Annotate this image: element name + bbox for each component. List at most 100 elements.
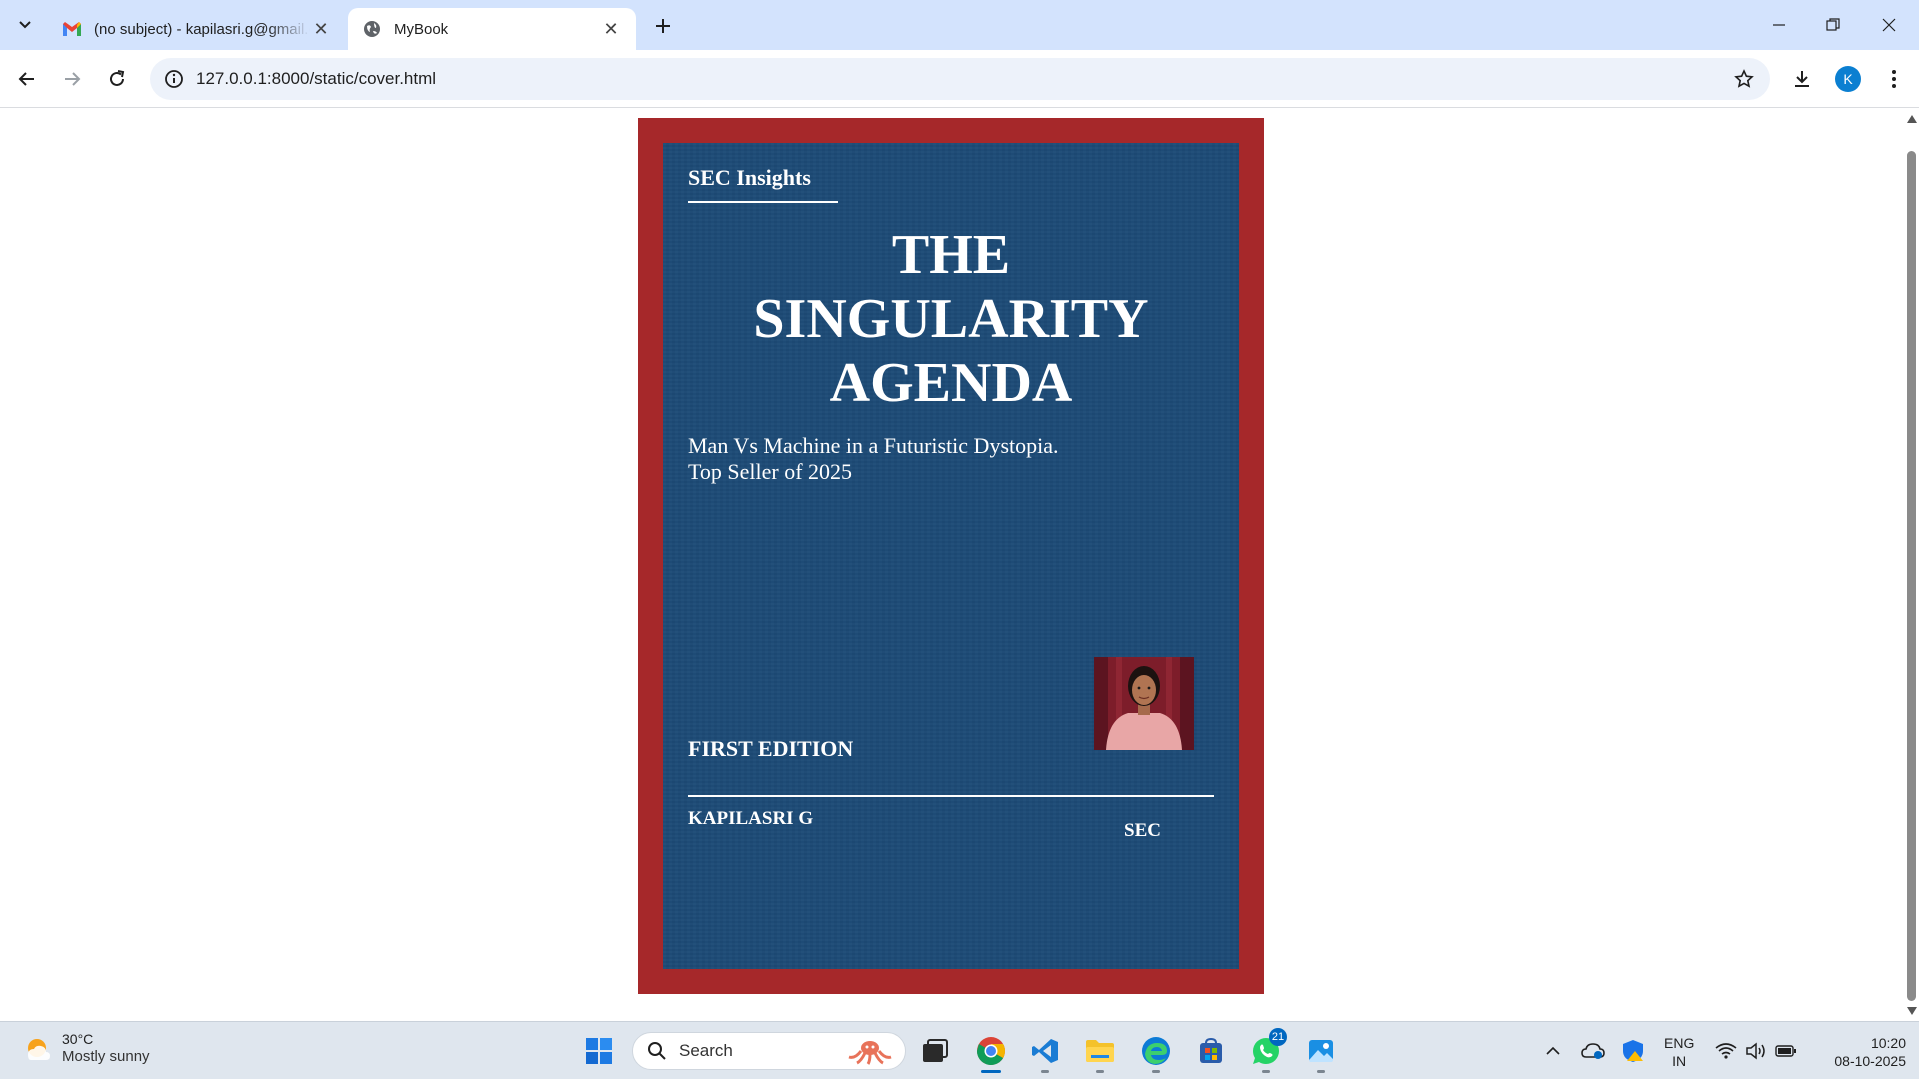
avatar: K xyxy=(1835,66,1861,92)
tab-title: (no subject) - kapilasri.g@gmail.com - G… xyxy=(94,20,310,38)
running-indicator xyxy=(1041,1070,1049,1073)
shield-icon xyxy=(1623,1040,1643,1062)
chrome-menu-button[interactable] xyxy=(1877,62,1911,96)
tab-search-button[interactable] xyxy=(8,10,42,40)
book-title: THE SINGULARITY AGENDA xyxy=(663,223,1239,415)
edition-label: FIRST EDITION xyxy=(688,736,854,761)
chrome-icon xyxy=(977,1037,1005,1065)
scroll-up-icon[interactable] xyxy=(1907,115,1917,123)
taskbar-chrome[interactable] xyxy=(972,1032,1010,1073)
taskbar-search[interactable]: Search xyxy=(632,1032,906,1070)
imprint-label: SEC xyxy=(1124,820,1161,841)
subtitle-line: Man Vs Machine in a Futuristic Dystopia. xyxy=(688,433,1059,458)
bookmark-star-icon[interactable] xyxy=(1732,67,1756,91)
plus-icon xyxy=(656,19,670,33)
security-tray[interactable] xyxy=(1620,1038,1646,1064)
gmail-icon xyxy=(62,19,82,39)
task-view-icon xyxy=(923,1039,948,1062)
running-indicator xyxy=(1317,1070,1325,1073)
windows-logo-icon xyxy=(586,1038,612,1064)
restore-button[interactable] xyxy=(1810,8,1856,42)
taskbar-photos[interactable] xyxy=(1302,1032,1340,1073)
restore-icon xyxy=(1826,18,1840,31)
back-button[interactable] xyxy=(10,62,44,96)
photos-icon xyxy=(1309,1040,1333,1062)
folder-icon xyxy=(1086,1040,1114,1062)
address-bar[interactable]: 127.0.0.1:8000/static/cover.html xyxy=(150,58,1770,100)
download-icon xyxy=(1795,71,1809,87)
weather-widget[interactable]: 30°C Mostly sunny xyxy=(22,1030,150,1066)
taskbar-edge[interactable] xyxy=(1137,1032,1175,1073)
divider xyxy=(688,795,1214,797)
wifi-tray[interactable] xyxy=(1713,1038,1739,1064)
globe-icon xyxy=(362,19,382,39)
book-title-line: AGENDA xyxy=(829,352,1073,414)
vertical-scrollbar[interactable] xyxy=(1904,109,1919,1021)
battery-tray[interactable] xyxy=(1773,1038,1799,1064)
tab-mybook[interactable]: MyBook ✕ xyxy=(348,8,636,50)
book-title-line: THE xyxy=(891,224,1011,286)
forward-button[interactable] xyxy=(55,62,89,96)
show-hidden-icons-button[interactable] xyxy=(1540,1038,1566,1064)
site-info-icon[interactable] xyxy=(162,67,186,91)
taskbar-file-explorer[interactable] xyxy=(1081,1032,1119,1073)
tab-strip: (no subject) - kapilasri.g@gmail.com - G… xyxy=(0,0,1919,50)
reload-icon xyxy=(110,70,125,86)
volume-tray[interactable] xyxy=(1743,1038,1769,1064)
search-label: Search xyxy=(679,1041,733,1060)
lang-region: IN xyxy=(1672,1053,1687,1069)
page-viewport: SEC Insights THE SINGULARITY AGENDA Man … xyxy=(0,109,1904,1021)
book-title-line: SINGULARITY xyxy=(753,288,1149,350)
search-icon xyxy=(648,1042,666,1060)
speaker-icon xyxy=(1746,1042,1765,1060)
scroll-down-icon[interactable] xyxy=(1907,1007,1917,1015)
book-cover: SEC Insights THE SINGULARITY AGENDA Man … xyxy=(663,143,1239,969)
author-photo xyxy=(1094,657,1194,750)
start-button[interactable] xyxy=(580,1032,618,1070)
more-vert-icon xyxy=(1892,70,1896,88)
running-indicator xyxy=(1096,1070,1104,1073)
chevron-up-icon xyxy=(1546,1046,1560,1055)
vscode-icon xyxy=(1032,1039,1058,1063)
profile-button[interactable]: K xyxy=(1831,62,1865,96)
running-indicator xyxy=(981,1070,1001,1073)
minimize-icon xyxy=(1773,24,1785,26)
running-indicator xyxy=(1152,1070,1160,1073)
tab-gmail[interactable]: (no subject) - kapilasri.g@gmail.com - G… xyxy=(48,8,346,50)
new-tab-button[interactable] xyxy=(648,12,678,40)
onedrive-tray[interactable] xyxy=(1580,1038,1606,1064)
book-subtitle: Man Vs Machine in a Futuristic Dystopia.… xyxy=(688,433,1059,485)
battery-icon xyxy=(1775,1045,1796,1057)
close-window-button[interactable] xyxy=(1866,8,1912,42)
taskbar-store[interactable] xyxy=(1192,1032,1230,1070)
edge-icon xyxy=(1142,1037,1170,1065)
octopus-highlight-icon xyxy=(848,1041,892,1065)
task-view-button[interactable] xyxy=(916,1032,954,1070)
weather-temp: 30°C xyxy=(62,1031,94,1047)
weather-condition: Mostly sunny xyxy=(62,1048,150,1065)
store-icon xyxy=(1200,1037,1222,1063)
browser-toolbar: 127.0.0.1:8000/static/cover.html K xyxy=(0,50,1919,108)
author-name: KAPILASRI G xyxy=(688,808,814,829)
reload-button[interactable] xyxy=(100,62,134,96)
tab-close-icon[interactable]: ✕ xyxy=(600,18,622,40)
taskbar-vscode[interactable] xyxy=(1026,1032,1064,1073)
arrow-left-icon xyxy=(18,72,34,86)
book-cover-frame: SEC Insights THE SINGULARITY AGENDA Man … xyxy=(638,118,1264,994)
tab-title: MyBook xyxy=(394,20,449,38)
chevron-down-icon xyxy=(19,21,31,29)
lang-code: ENG xyxy=(1664,1035,1695,1051)
system-clock[interactable]: 10:20 08-10-2025 xyxy=(1810,1034,1906,1070)
downloads-button[interactable] xyxy=(1785,62,1819,96)
weather-sun-icon xyxy=(28,1039,50,1060)
taskbar-whatsapp[interactable]: 21 xyxy=(1247,1028,1287,1073)
minimize-button[interactable] xyxy=(1756,8,1802,42)
input-language[interactable]: ENG IN xyxy=(1664,1034,1694,1070)
scrollbar-thumb[interactable] xyxy=(1907,151,1916,1001)
arrow-right-icon xyxy=(65,72,81,86)
url-text[interactable]: 127.0.0.1:8000/static/cover.html xyxy=(196,69,436,89)
running-indicator xyxy=(1262,1070,1270,1073)
subtitle-line: Top Seller of 2025 xyxy=(688,459,853,484)
tab-close-icon[interactable]: ✕ xyxy=(310,18,332,40)
clock-date: 08-10-2025 xyxy=(1834,1053,1906,1069)
